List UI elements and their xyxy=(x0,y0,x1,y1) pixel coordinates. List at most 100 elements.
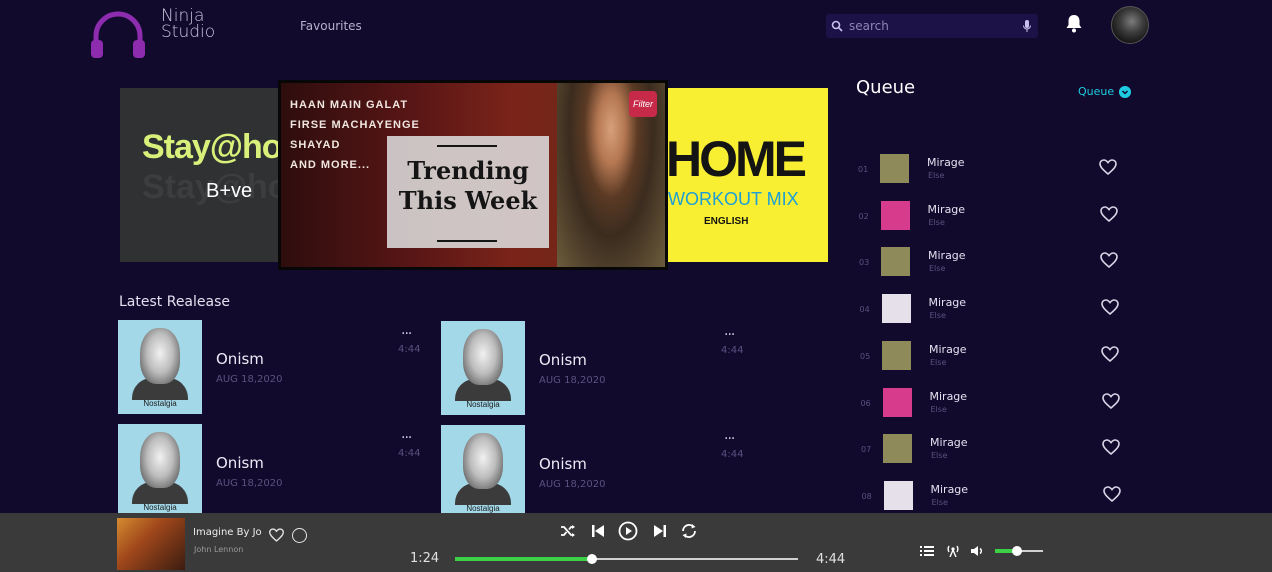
queue-item-cover xyxy=(880,154,909,183)
elapsed-time: 1:24 xyxy=(410,551,440,566)
release-item[interactable]: Nostalgia Onism AUG 18,2020 ... 4:44 xyxy=(441,425,761,521)
queue-item[interactable]: 07 Mirage Else xyxy=(861,430,1141,470)
queue-item[interactable]: 01 Mirage Else xyxy=(858,150,1138,190)
queue-item-title: Mirage xyxy=(930,436,968,449)
release-date: AUG 18,2020 xyxy=(216,478,283,489)
search-bar[interactable]: search xyxy=(826,14,1038,38)
release-date: AUG 18,2020 xyxy=(216,374,283,385)
trending-title-box: Trending This Week xyxy=(387,136,549,248)
queue-item[interactable]: 02 Mirage Else xyxy=(859,197,1139,237)
release-date: AUG 18,2020 xyxy=(539,375,606,386)
heart-icon[interactable] xyxy=(1099,251,1119,269)
search-input[interactable]: search xyxy=(849,19,889,33)
queue-item[interactable]: 08 Mirage Else xyxy=(862,477,1142,517)
queue-item-artist: Else xyxy=(928,171,945,180)
heart-icon[interactable] xyxy=(1098,158,1118,176)
queue-heading: Queue xyxy=(856,77,916,98)
now-playing-cover[interactable] xyxy=(117,518,185,570)
queue-item[interactable]: 05 Mirage Else xyxy=(860,337,1140,377)
queue-item-artist: Else xyxy=(931,498,948,507)
release-title: Onism xyxy=(216,350,264,368)
queue-item-cover xyxy=(880,201,910,230)
queue-item-cover xyxy=(883,481,913,510)
release-item[interactable]: Nostalgia Onism AUG 18,2020 ... 4:44 xyxy=(441,321,761,417)
total-time: 4:44 xyxy=(816,552,846,567)
queue-item[interactable]: 03 Mirage Else xyxy=(859,243,1139,283)
queue-item-number: 01 xyxy=(858,165,869,174)
repeat-icon[interactable] xyxy=(680,522,698,540)
release-title: Onism xyxy=(539,351,587,369)
more-options-icon[interactable]: ... xyxy=(724,323,735,339)
queue-item-title: Mirage xyxy=(928,249,966,262)
carousel-card-trending[interactable]: HAAN MAIN GALAT FIRSE MACHAYENGE SHAYAD … xyxy=(278,80,668,270)
release-title: Onism xyxy=(539,455,587,473)
release-item[interactable]: Nostalgia Onism AUG 18,2020 ... 4:44 xyxy=(118,424,438,520)
more-options-icon[interactable]: ... xyxy=(401,322,412,338)
queue-item-title: Mirage xyxy=(927,203,966,216)
cover-caption: Nostalgia xyxy=(143,503,177,512)
headphones-logo-icon[interactable] xyxy=(88,8,148,60)
queue-item-number: 02 xyxy=(858,212,869,221)
shuffle-icon[interactable] xyxy=(559,522,577,540)
latest-release-heading: Latest Realease xyxy=(119,294,230,310)
next-track-icon[interactable] xyxy=(651,522,669,540)
volume-handle[interactable] xyxy=(1012,546,1022,556)
queue-item-artist: Else xyxy=(929,311,946,320)
volume-icon[interactable] xyxy=(970,545,984,557)
notification-bell-icon[interactable] xyxy=(1065,13,1083,33)
release-duration: 4:44 xyxy=(398,344,421,355)
trending-title-line-2: This Week xyxy=(398,186,538,215)
trending-title: Trending This Week xyxy=(387,156,549,216)
heart-icon[interactable] xyxy=(1099,205,1119,223)
queue-item-artist: Else xyxy=(930,358,947,367)
queue-item-cover xyxy=(882,341,911,370)
search-icon xyxy=(831,20,843,32)
play-icon[interactable] xyxy=(618,521,638,541)
more-options-icon[interactable]: ... xyxy=(401,426,412,442)
heart-icon[interactable] xyxy=(1102,485,1122,503)
nav-favourites-link[interactable]: Favourites xyxy=(300,19,362,33)
queue-item[interactable]: 04 Mirage Else xyxy=(860,290,1140,330)
release-item[interactable]: Nostalgia Onism AUG 18,2020 ... 4:44 xyxy=(118,320,438,416)
release-duration: 4:44 xyxy=(721,345,744,356)
cover-caption: Nostalgia xyxy=(466,400,500,409)
home-workout-title: HOME xyxy=(668,131,807,187)
queue-item-artist: Else xyxy=(929,264,946,273)
more-options-icon[interactable]: ... xyxy=(724,427,735,443)
queue-item-title: Mirage xyxy=(929,390,968,403)
heart-icon[interactable] xyxy=(268,527,285,543)
trending-line: HAAN MAIN GALAT xyxy=(290,99,409,111)
heart-icon[interactable] xyxy=(1100,345,1120,363)
carousel-card-home-workout[interactable]: HOME WORKOUT MIX ENGLISH xyxy=(668,88,828,262)
release-cover: Nostalgia xyxy=(118,424,202,518)
cover-caption: Nostalgia xyxy=(466,504,500,513)
circle-icon[interactable] xyxy=(292,528,307,543)
queue-item-number: 07 xyxy=(861,445,872,454)
now-playing-title: Imagine By Jo xyxy=(193,527,262,538)
filter-copy-logo: Filter xyxy=(629,91,657,117)
queue-item-cover xyxy=(881,294,911,323)
queue-dropdown-label: Queue xyxy=(1078,85,1115,98)
queue-item-number: 05 xyxy=(860,352,871,361)
queue-dropdown[interactable]: Queue xyxy=(1078,85,1132,98)
queue-list-icon[interactable] xyxy=(920,545,934,557)
release-date: AUG 18,2020 xyxy=(539,479,606,490)
divider xyxy=(437,240,497,242)
divider xyxy=(437,145,497,147)
queue-item-title: Mirage xyxy=(930,483,969,496)
release-cover: Nostalgia xyxy=(118,320,202,414)
heart-icon[interactable] xyxy=(1100,298,1120,316)
broadcast-icon[interactable] xyxy=(945,545,961,557)
queue-item[interactable]: 06 Mirage Else xyxy=(861,384,1141,424)
microphone-icon[interactable] xyxy=(1022,19,1032,33)
queue-item-number: 04 xyxy=(859,305,870,314)
progress-handle[interactable] xyxy=(587,554,597,564)
queue-item-artist: Else xyxy=(931,451,948,460)
previous-track-icon[interactable] xyxy=(589,522,607,540)
queue-item-cover xyxy=(882,388,912,417)
carousel-card-stay-home[interactable]: Stay@hor Stay@hor B+ve xyxy=(120,88,284,262)
heart-icon[interactable] xyxy=(1101,392,1121,410)
heart-icon[interactable] xyxy=(1101,438,1121,456)
stay-home-title: Stay@hor xyxy=(142,128,284,166)
user-avatar[interactable] xyxy=(1111,6,1149,44)
